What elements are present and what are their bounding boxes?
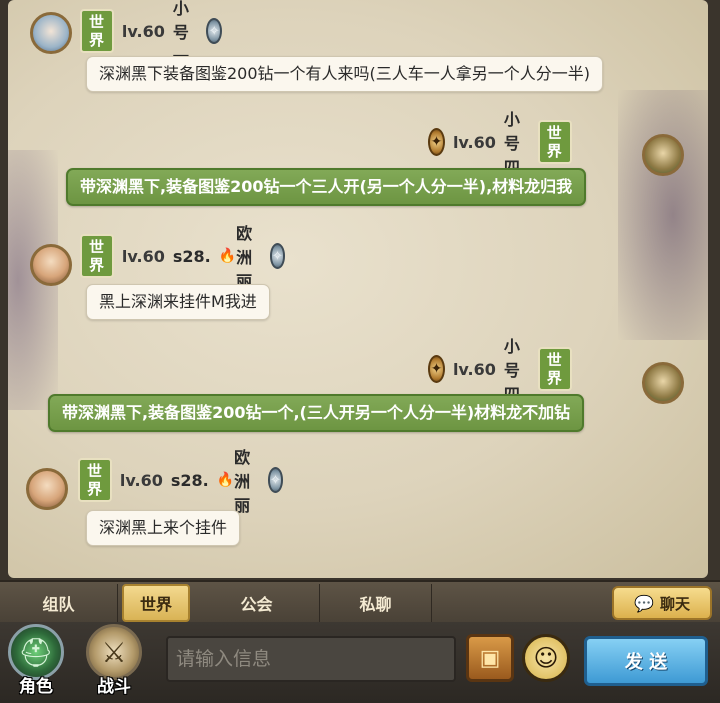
channel-tag: 世界: [537, 347, 572, 391]
player-avatar[interactable]: [30, 244, 72, 286]
role-button[interactable]: ⛑ 角色: [0, 622, 72, 700]
message-input[interactable]: [166, 636, 456, 682]
channel-tag: 世界: [78, 458, 112, 502]
message-text: 深渊黑上来个挂件: [86, 510, 241, 546]
gold-emblem-icon: ✦: [428, 128, 445, 156]
player-avatar[interactable]: [642, 362, 684, 404]
crystal-emblem-icon: ✧: [269, 243, 286, 269]
background-decoration-right: [618, 90, 708, 340]
tab-world[interactable]: 世界: [122, 584, 190, 622]
player-name[interactable]: 欧洲丽: [234, 444, 259, 516]
fire-icon: 🔥: [218, 248, 237, 264]
send-button[interactable]: 发 送: [584, 636, 708, 686]
message-meta: 世界 lv.60 s28. 🔥 欧洲丽 ✧: [80, 224, 286, 291]
game-chat-window: 世界 lv.60 小号一 ✧ 深渊黑下装备图鉴200钻一个有人来吗(三人车一人拿…: [0, 0, 720, 703]
channel-tag: 世界: [537, 120, 572, 164]
fire-icon: 🔥: [216, 472, 235, 488]
battle-button[interactable]: ⚔ 战斗: [78, 622, 150, 700]
role-label: 角色: [19, 677, 53, 697]
player-level: lv.60: [121, 21, 165, 41]
message-meta: 世界 lv.60 小号一 ✧: [80, 0, 222, 66]
player-avatar[interactable]: [30, 12, 72, 54]
player-avatar[interactable]: [26, 468, 68, 510]
chat-toggle-label: 聊天: [659, 594, 690, 613]
message-text: 带深渊黑下,装备图鉴200钻一个三人开(另一个人分一半),材料龙归我: [66, 168, 587, 206]
message-meta: 世界 lv.60 s28. 🔥 欧洲丽 ✧: [78, 448, 284, 515]
channel-tab-bar: 组队 世界 公会 私聊 💬 聊天: [0, 580, 720, 622]
player-name[interactable]: 欧洲丽: [236, 220, 261, 292]
crystal-emblem-icon: ✧: [267, 467, 284, 493]
chat-message-area[interactable]: 世界 lv.60 小号一 ✧ 深渊黑下装备图鉴200钻一个有人来吗(三人车一人拿…: [8, 0, 708, 578]
server-tag: s28.: [170, 470, 209, 490]
tab-team[interactable]: 组队: [0, 584, 118, 622]
channel-tag: 世界: [80, 9, 114, 53]
player-level: lv.60: [121, 246, 165, 266]
battle-label: 战斗: [97, 677, 131, 697]
crystal-emblem-icon: ✧: [206, 18, 222, 44]
gold-emblem-icon: ✦: [428, 355, 445, 383]
message-meta: ✦ lv.60 小号四 世界: [428, 337, 572, 404]
tab-private[interactable]: 私聊: [320, 584, 432, 622]
message-text: 带深渊黑下,装备图鉴200钻一个,(三人开另一个人分一半)材料龙不加钻: [48, 394, 585, 432]
message-meta: ✦ lv.60 小号四 世界: [428, 110, 572, 177]
channel-tag: 世界: [80, 234, 114, 278]
message-text: 深渊黑下装备图鉴200钻一个有人来吗(三人车一人拿另一个人分一半): [86, 56, 604, 92]
player-level: lv.60: [452, 359, 496, 379]
emoji-face-icon[interactable]: ☺: [522, 634, 570, 682]
player-level: lv.60: [452, 132, 496, 152]
chat-toggle-button[interactable]: 💬 聊天: [612, 586, 712, 620]
server-tag: s28.: [172, 246, 211, 266]
player-avatar[interactable]: [642, 134, 684, 176]
tab-guild[interactable]: 公会: [194, 584, 320, 622]
input-bar: ⛑ 角色 ⚔ 战斗 ▣ ☺ 发 送: [0, 622, 720, 703]
treasure-chest-icon[interactable]: ▣: [466, 634, 514, 682]
player-level: lv.60: [119, 470, 163, 490]
message-text: 黑上深渊来挂件M我进: [86, 284, 270, 320]
chat-bubble-icon: 💬: [634, 593, 654, 613]
